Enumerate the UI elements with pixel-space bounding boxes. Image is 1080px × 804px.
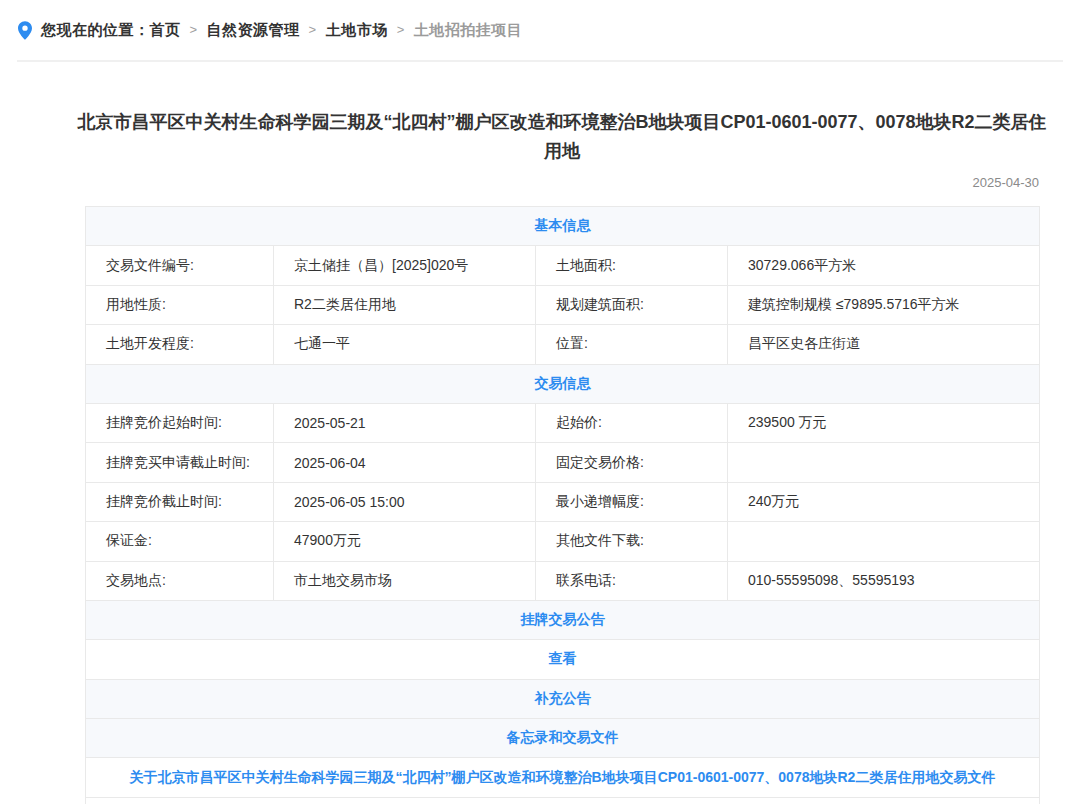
field-label: 挂牌竞买申请截止时间: <box>86 443 274 482</box>
land-info-table: 基本信息 交易文件编号: 京土储挂（昌）[2025]020号 土地面积: 307… <box>85 206 1040 804</box>
field-label: 挂牌竞价截止时间: <box>86 482 274 521</box>
field-value: 30729.066平方米 <box>728 246 1040 285</box>
link-row: 关于北京市昌平区中关村生命科学园三期及“北四村”棚户区改造和环境整治B地块项目C… <box>86 758 1040 797</box>
field-label: 挂牌竞价起始时间: <box>86 403 274 442</box>
section-header-row: 挂牌交易公告 <box>86 600 1040 639</box>
section-header-row: 基本信息 <box>86 207 1040 246</box>
section-title-trade-info: 交易信息 <box>535 375 591 391</box>
section-header-row: 备忘录和交易文件 <box>86 719 1040 758</box>
section-title-listing-announcement: 挂牌交易公告 <box>521 611 605 627</box>
field-value: 239500 万元 <box>728 403 1040 442</box>
section-header-row: 补充公告 <box>86 679 1040 718</box>
table-row: 挂牌竞价截止时间: 2025-06-05 15:00 最小递增幅度: 240万元 <box>86 482 1040 521</box>
field-value: 47900万元 <box>274 522 536 561</box>
breadcrumb-separator: > <box>309 22 317 37</box>
table-row: 保证金: 47900万元 其他文件下载: <box>86 522 1040 561</box>
field-value: 2025-06-04 <box>274 443 536 482</box>
field-label: 位置: <box>536 325 728 364</box>
breadcrumb-natural-resources[interactable]: 自然资源管理 <box>207 21 300 38</box>
table-row: 交易文件编号: 京土储挂（昌）[2025]020号 土地面积: 30729.06… <box>86 246 1040 285</box>
section-title-basic-info: 基本信息 <box>535 217 591 233</box>
field-value: 京土储挂（昌）[2025]020号 <box>274 246 536 285</box>
field-label: 交易地点: <box>86 561 274 600</box>
field-label: 规划建筑面积: <box>536 285 728 324</box>
table-row: 土地开发程度: 七通一平 位置: 昌平区史各庄街道 <box>86 325 1040 364</box>
field-label: 土地开发程度: <box>86 325 274 364</box>
field-label: 交易文件编号: <box>86 246 274 285</box>
view-announcement-link[interactable]: 查看 <box>549 650 577 666</box>
field-value: 市土地交易市场 <box>274 561 536 600</box>
breadcrumb-separator: > <box>397 22 405 37</box>
field-label: 土地面积: <box>536 246 728 285</box>
breadcrumb: 您现在的位置：首页 > 自然资源管理 > 土地市场 > 土地招拍挂项目 <box>0 0 1080 60</box>
field-label: 保证金: <box>86 522 274 561</box>
field-label: 固定交易价格: <box>536 443 728 482</box>
breadcrumb-prefix: 您现在的位置： <box>41 21 150 38</box>
field-label: 最小递增幅度: <box>536 482 728 521</box>
section-title-memo-and-documents: 备忘录和交易文件 <box>507 729 619 745</box>
field-value: 七通一平 <box>274 325 536 364</box>
page-title: 北京市昌平区中关村生命科学园三期及“北四村”棚户区改造和环境整治B地块项目CP0… <box>71 108 1053 166</box>
field-label: 其他文件下载: <box>536 522 728 561</box>
field-label: 联系电话: <box>536 561 728 600</box>
breadcrumb-home[interactable]: 首页 <box>150 21 181 38</box>
location-pin-icon <box>18 21 32 40</box>
table-row: 挂牌竞价起始时间: 2025-05-21 起始价: 239500 万元 <box>86 403 1040 442</box>
table-row-partial <box>86 797 1040 804</box>
breadcrumb-land-market[interactable]: 土地市场 <box>326 21 388 38</box>
table-row: 挂牌竞买申请截止时间: 2025-06-04 固定交易价格: <box>86 443 1040 482</box>
breadcrumb-separator: > <box>190 22 198 37</box>
empty-row <box>86 797 1040 804</box>
section-header-row: 交易信息 <box>86 364 1040 403</box>
field-value: 建筑控制规模 ≤79895.5716平方米 <box>728 285 1040 324</box>
field-value: 240万元 <box>728 482 1040 521</box>
breadcrumb-current-page: 土地招拍挂项目 <box>414 21 523 38</box>
section-title-supplement-announcement: 补充公告 <box>535 690 591 706</box>
field-value: 2025-06-05 15:00 <box>274 482 536 521</box>
field-value <box>728 522 1040 561</box>
field-value: 010-55595098、55595193 <box>728 561 1040 600</box>
table-row: 交易地点: 市土地交易市场 联系电话: 010-55595098、5559519… <box>86 561 1040 600</box>
field-value: R2二类居住用地 <box>274 285 536 324</box>
field-value: 昌平区史各庄街道 <box>728 325 1040 364</box>
field-value <box>728 443 1040 482</box>
content: 北京市昌平区中关村生命科学园三期及“北四村”棚户区改造和环境整治B地块项目CP0… <box>85 108 1039 804</box>
trade-document-link[interactable]: 关于北京市昌平区中关村生命科学园三期及“北四村”棚户区改造和环境整治B地块项目C… <box>130 769 996 785</box>
field-label: 起始价: <box>536 403 728 442</box>
link-row: 查看 <box>86 640 1040 679</box>
publish-date: 2025-04-30 <box>85 175 1039 190</box>
field-value: 2025-05-21 <box>274 403 536 442</box>
header-divider <box>17 60 1063 62</box>
field-label: 用地性质: <box>86 285 274 324</box>
table-row: 用地性质: R2二类居住用地 规划建筑面积: 建筑控制规模 ≤79895.571… <box>86 285 1040 324</box>
